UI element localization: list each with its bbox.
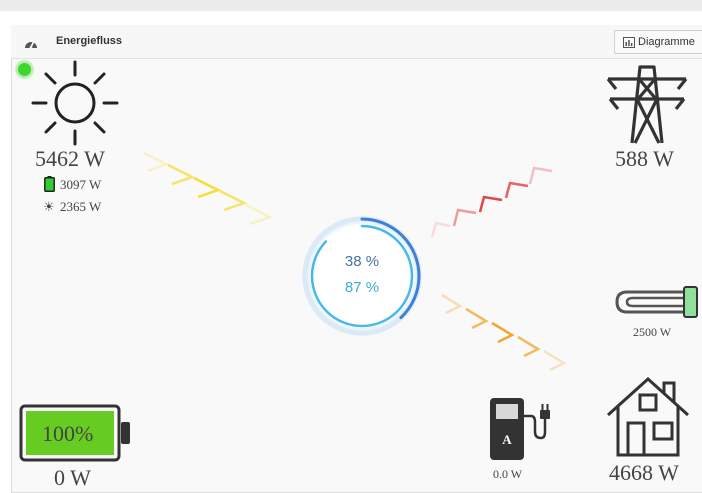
battery-value: 0 W bbox=[54, 465, 91, 490]
center-top-value: 38 % bbox=[344, 253, 380, 270]
diagram-button-label: Diagramme bbox=[638, 36, 695, 48]
sun-icon[interactable] bbox=[30, 60, 120, 150]
battery-small-icon bbox=[44, 176, 55, 192]
diagram-button[interactable]: Diagramme bbox=[614, 30, 702, 54]
window-top-strip bbox=[0, 0, 702, 11]
house-value: 4668 W bbox=[609, 460, 679, 485]
house-flow-arrows bbox=[441, 293, 567, 372]
solar-direct-value: 2365 W bbox=[60, 199, 102, 214]
center-bottom-value: 87 % bbox=[344, 279, 380, 296]
heater-value: 2500 W bbox=[633, 325, 672, 339]
bar-chart-icon bbox=[623, 37, 635, 48]
wallbox-letter: A bbox=[502, 432, 512, 447]
center-gauge bbox=[302, 216, 422, 336]
solar-flow-arrows bbox=[143, 151, 274, 226]
power-pylon-icon[interactable] bbox=[604, 59, 690, 145]
panel-title: Energiefluss bbox=[56, 35, 123, 47]
solar-direct-sun-icon: ☀ bbox=[43, 199, 55, 214]
panel-header: Energiefluss Diagramme bbox=[11, 25, 702, 59]
house-icon[interactable] bbox=[606, 375, 690, 457]
grid-value: 588 W bbox=[615, 146, 674, 171]
grid-flow-arrows bbox=[430, 166, 553, 238]
speedometer-icon bbox=[25, 40, 37, 49]
heating-rod-icon[interactable] bbox=[613, 284, 702, 320]
wallbox-value: 0.0 W bbox=[493, 467, 523, 481]
solar-total-value: 5462 W bbox=[35, 146, 105, 171]
battery-soc-label: 100% bbox=[42, 421, 94, 446]
solar-battery-value: 3097 W bbox=[60, 177, 102, 192]
ev-charger-icon[interactable]: A bbox=[487, 396, 551, 462]
